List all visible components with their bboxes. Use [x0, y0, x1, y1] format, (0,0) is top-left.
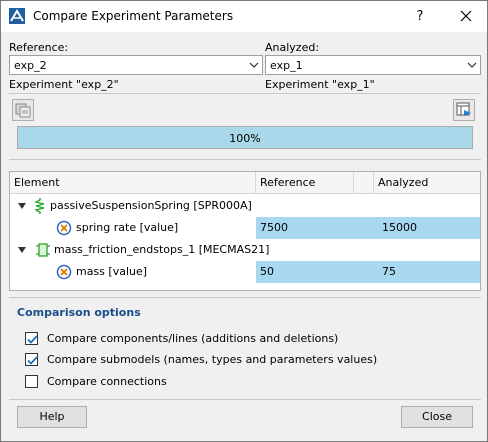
app-logo-icon — [9, 8, 25, 24]
chevron-down-icon — [249, 62, 259, 68]
table-row[interactable]: spring rate [value] 7500 15000 — [10, 217, 480, 239]
parameter-name: mass [value] — [76, 265, 148, 278]
analyzed-caption: Experiment "exp_1" — [265, 78, 375, 91]
progress-text: 100% — [229, 132, 261, 145]
analyzed-value: 15000 — [376, 217, 480, 239]
mass-icon — [36, 243, 50, 257]
reference-caption: Experiment "exp_2" — [9, 78, 119, 91]
comparison-options-title: Comparison options — [17, 306, 141, 319]
table-row[interactable]: passiveSuspensionSpring [SPR000A] — [10, 195, 480, 217]
column-header-spacer — [354, 172, 374, 193]
close-button[interactable]: Close — [401, 406, 473, 428]
title-close-button[interactable] — [450, 2, 482, 31]
checkmark-icon — [27, 335, 38, 344]
reference-value: 50 — [256, 261, 376, 283]
export-table-icon — [456, 102, 471, 116]
analyzed-select[interactable]: exp_1 — [265, 55, 481, 75]
element-name: mass_friction_endstops_1 [MECMAS21] — [54, 243, 270, 256]
table-row[interactable]: mass_friction_endstops_1 [MECMAS21] — [10, 239, 480, 261]
title-help-button[interactable]: ? — [405, 2, 435, 31]
compare-parameters-icon — [15, 103, 31, 118]
progress-bar: 100% — [17, 126, 473, 149]
divider — [9, 93, 481, 94]
divider — [9, 159, 481, 160]
reference-label: Reference: — [9, 41, 69, 54]
parameter-name: spring rate [value] — [76, 221, 179, 234]
expand-arrow-icon[interactable] — [18, 202, 26, 210]
column-header-element[interactable]: Element — [10, 172, 256, 193]
column-header-analyzed[interactable]: Analyzed — [374, 172, 480, 193]
reference-value: 7500 — [256, 217, 376, 239]
table-row[interactable]: mass [value] 50 75 — [10, 261, 480, 283]
analyzed-value: 75 — [376, 261, 480, 283]
reference-select[interactable]: exp_2 — [9, 55, 263, 75]
compare-connections-checkbox[interactable] — [25, 375, 38, 388]
element-name: passiveSuspensionSpring [SPR000A] — [50, 199, 252, 212]
analyzed-label: Analyzed: — [265, 41, 320, 54]
table-header: Element Reference Analyzed — [10, 172, 480, 194]
title-bar: Compare Experiment Parameters ? — [1, 1, 487, 32]
chevron-down-icon — [467, 62, 477, 68]
close-icon — [460, 10, 472, 22]
column-header-reference[interactable]: Reference — [256, 172, 354, 193]
export-parameters-button[interactable] — [453, 99, 475, 121]
compare-components-checkbox[interactable] — [25, 332, 38, 345]
compare-connections-label[interactable]: Compare connections — [47, 375, 167, 388]
compare-submodels-label[interactable]: Compare submodels (names, types and para… — [47, 353, 377, 366]
checkmark-icon — [27, 356, 38, 365]
window-title: Compare Experiment Parameters — [33, 9, 234, 23]
help-button[interactable]: Help — [17, 406, 87, 428]
divider — [9, 297, 481, 298]
compare-submodels-checkbox[interactable] — [25, 353, 38, 366]
compare-dialog: Compare Experiment Parameters ? Referenc… — [0, 0, 488, 442]
spring-icon — [33, 198, 45, 214]
compare-parameters-button[interactable] — [12, 99, 34, 121]
reference-select-value: exp_2 — [14, 59, 47, 72]
parameter-icon — [56, 264, 72, 280]
parameter-icon — [56, 220, 72, 236]
parameters-table[interactable]: Element Reference Analyzed passiveSuspen… — [9, 171, 481, 291]
divider — [9, 399, 481, 400]
expand-arrow-icon[interactable] — [18, 246, 26, 254]
analyzed-select-value: exp_1 — [270, 59, 303, 72]
compare-components-label[interactable]: Compare components/lines (additions and … — [47, 332, 338, 345]
